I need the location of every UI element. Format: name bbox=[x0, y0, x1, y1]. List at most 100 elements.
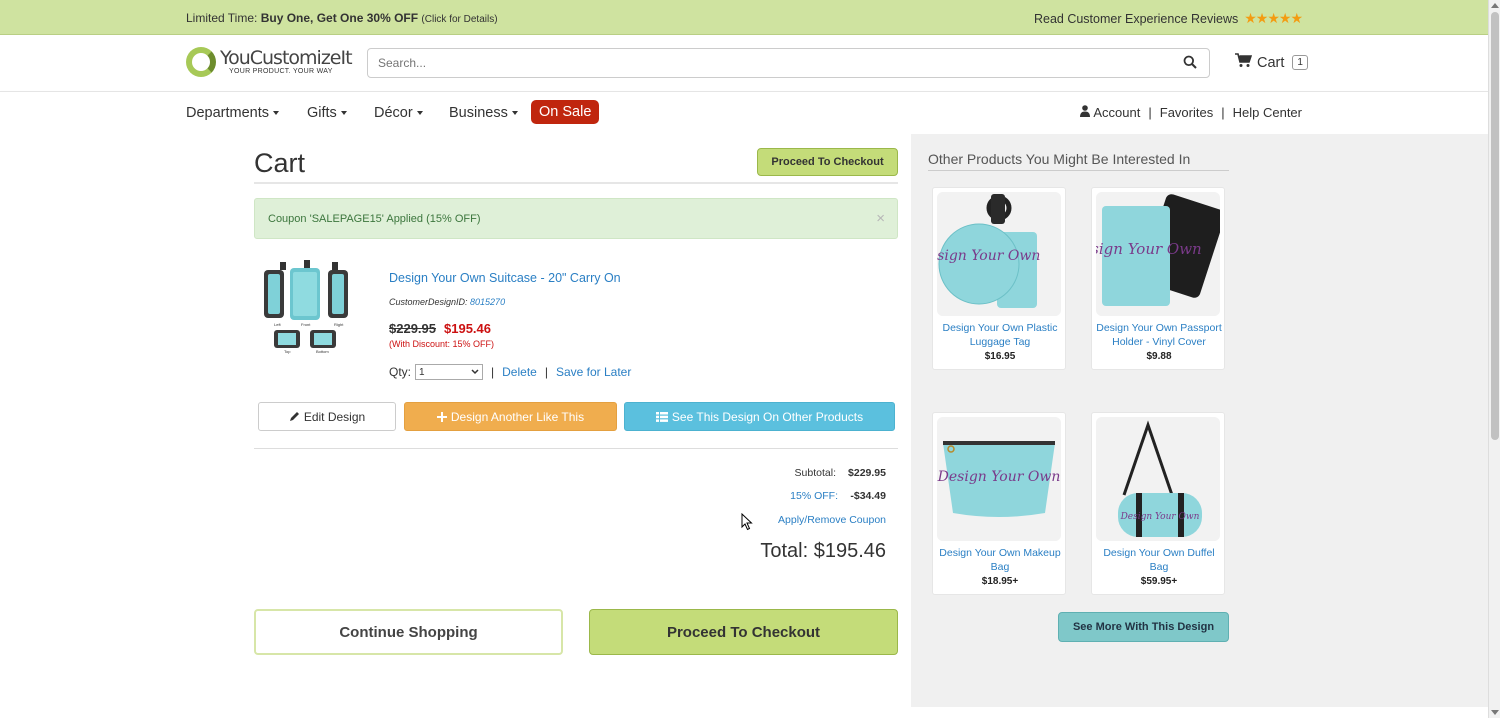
reviews-label: Read Customer Experience Reviews bbox=[1033, 11, 1239, 26]
see-on-other-products-button[interactable]: See This Design On Other Products bbox=[624, 402, 895, 431]
original-price: $229.95 bbox=[389, 321, 436, 336]
promo-banner: Limited Time: Buy One, Get One 30% OFF (… bbox=[0, 0, 1488, 35]
product-thumbnail: Design Your Own bbox=[1096, 417, 1220, 541]
favorites-link[interactable]: Favorites bbox=[1160, 105, 1213, 120]
cart-label: Cart bbox=[1257, 54, 1285, 71]
logo-name: YouCustomizeIt bbox=[220, 47, 353, 69]
promo-link[interactable]: Limited Time: Buy One, Get One 30% OFF (… bbox=[186, 11, 498, 25]
account-link[interactable]: Account bbox=[1080, 105, 1140, 120]
logo-tagline: YOUR PRODUCT. YOUR WAY bbox=[229, 68, 333, 75]
discount-label: 15% OFF: bbox=[790, 490, 838, 502]
nav-departments[interactable]: Departments bbox=[186, 105, 280, 121]
scroll-up-arrow-icon[interactable] bbox=[1491, 3, 1499, 8]
divider bbox=[254, 182, 898, 184]
product-name-link[interactable]: Design Your Own Suitcase - 20" Carry On bbox=[389, 271, 621, 285]
cart-link[interactable]: Cart 1 bbox=[1235, 53, 1308, 72]
page-scrollbar[interactable] bbox=[1488, 0, 1500, 718]
caret-down-icon bbox=[511, 111, 518, 116]
qty-label: Qty: bbox=[389, 365, 412, 379]
star-rating-icon: ★★★★★ bbox=[1244, 10, 1303, 26]
proceed-checkout-button-top[interactable]: Proceed To Checkout bbox=[757, 148, 898, 176]
recommendation-card[interactable]: Design Your Own Design Your Own Passport… bbox=[1091, 187, 1225, 370]
caret-down-icon bbox=[273, 111, 280, 116]
nav-utility-links: Account | Favorites | Help Center bbox=[1080, 105, 1302, 120]
discount-value: -$34.49 bbox=[850, 490, 886, 502]
nav-decor[interactable]: Décor bbox=[374, 105, 423, 121]
image-label-bottom: Bottom bbox=[316, 349, 329, 354]
logo-mark-icon bbox=[186, 47, 216, 77]
nav-departments-label: Departments bbox=[186, 105, 270, 121]
recommendation-price: $16.95 bbox=[984, 351, 1016, 362]
mouse-cursor-icon bbox=[741, 512, 753, 536]
image-label-top: Top bbox=[284, 349, 291, 354]
save-for-later-link[interactable]: Save for Later bbox=[556, 365, 631, 379]
nav-business[interactable]: Business bbox=[449, 105, 518, 121]
recommendation-card[interactable]: Design Your Own Design Your Own Plastic … bbox=[932, 187, 1066, 370]
product-thumbnail: Design Your Own bbox=[1096, 192, 1220, 316]
recommendation-name: Design Your Own Plastic Luggage Tag bbox=[942, 322, 1058, 348]
plus-icon bbox=[436, 411, 447, 422]
see-more-with-design-button[interactable]: See More With This Design bbox=[1058, 612, 1229, 642]
thumb-text: Design Your Own bbox=[1120, 512, 1200, 522]
caret-down-icon bbox=[340, 111, 347, 116]
search-bar bbox=[367, 48, 1210, 78]
site-logo[interactable]: YouCustomizeIt YOUR PRODUCT. YOUR WAY bbox=[186, 47, 353, 77]
quantity-select[interactable]: 1 bbox=[415, 364, 484, 380]
design-id-link[interactable]: 8015270 bbox=[470, 297, 505, 307]
nav-business-label: Business bbox=[449, 105, 508, 121]
cart-icon bbox=[1235, 53, 1253, 72]
customer-design-id: CustomerDesignID: 8015270 bbox=[389, 297, 505, 307]
proceed-checkout-button-bottom[interactable]: Proceed To Checkout bbox=[589, 609, 898, 655]
recommendation-card[interactable]: Design Your Own Design Your Own Duffel B… bbox=[1091, 412, 1225, 595]
quantity-value: 1 bbox=[419, 366, 425, 378]
nav-gifts[interactable]: Gifts bbox=[307, 105, 347, 121]
edit-design-label: Edit Design bbox=[303, 409, 366, 424]
coupon-alert: Coupon 'SALEPAGE15' Applied (15% OFF) × bbox=[254, 198, 898, 239]
thumb-text: Design Your Own bbox=[937, 248, 1040, 264]
separator: | bbox=[544, 365, 548, 379]
divider bbox=[254, 448, 898, 449]
scroll-down-arrow-icon[interactable] bbox=[1491, 710, 1499, 715]
product-thumbnail: Design Your Own bbox=[937, 192, 1061, 316]
continue-shopping-button[interactable]: Continue Shopping bbox=[254, 609, 563, 655]
caret-down-icon bbox=[416, 111, 423, 116]
account-label: Account bbox=[1093, 105, 1141, 120]
product-image[interactable]: Left Front Right Top Bottom bbox=[260, 258, 352, 354]
recommendation-price: $9.88 bbox=[1146, 351, 1172, 362]
recommendation-price: $18.95+ bbox=[981, 576, 1019, 587]
recommendation-price: $59.95+ bbox=[1140, 576, 1178, 587]
discount-note: (With Discount: 15% OFF) bbox=[389, 339, 495, 349]
cart-count-badge: 1 bbox=[1292, 55, 1308, 70]
promo-offer: Buy One, Get One 30% OFF bbox=[260, 11, 419, 25]
reviews-link[interactable]: Read Customer Experience Reviews ★★★★★ bbox=[1033, 10, 1303, 27]
divider bbox=[928, 170, 1229, 171]
thumb-text: Design Your Own bbox=[937, 469, 1060, 485]
recommendation-name: Design Your Own Passport Holder - Vinyl … bbox=[1096, 322, 1222, 348]
image-label-front: Front bbox=[301, 322, 311, 327]
close-icon[interactable]: × bbox=[876, 210, 885, 227]
delete-link[interactable]: Delete bbox=[502, 365, 537, 379]
edit-design-button[interactable]: Edit Design bbox=[258, 402, 396, 431]
scrollbar-thumb[interactable] bbox=[1491, 12, 1499, 440]
search-icon[interactable] bbox=[1183, 55, 1199, 71]
subtotal-value: $229.95 bbox=[848, 467, 886, 479]
discounted-price: $195.46 bbox=[444, 321, 491, 336]
chevron-down-icon bbox=[471, 369, 479, 375]
nav-separator: | bbox=[1221, 105, 1225, 120]
search-input[interactable] bbox=[368, 49, 1148, 77]
recommendation-name: Design Your Own Duffel Bag bbox=[1103, 547, 1215, 573]
design-another-button[interactable]: Design Another Like This bbox=[404, 402, 617, 431]
design-id-label: CustomerDesignID: bbox=[389, 297, 471, 307]
page-title: Cart bbox=[254, 148, 306, 178]
apply-remove-coupon-link[interactable]: Apply/Remove Coupon bbox=[778, 514, 886, 526]
order-total: Total: $195.46 bbox=[760, 540, 886, 562]
thumb-text: Design Your Own bbox=[1096, 240, 1202, 258]
image-label-left: Left bbox=[274, 322, 282, 327]
recommendations-title: Other Products You Might Be Interested I… bbox=[928, 151, 1191, 167]
help-center-link[interactable]: Help Center bbox=[1233, 105, 1302, 120]
product-thumbnail: Design Your Own bbox=[937, 417, 1061, 541]
nav-separator: | bbox=[1148, 105, 1152, 120]
site-header: YouCustomizeIt YOUR PRODUCT. YOUR WAY Ca… bbox=[0, 35, 1488, 91]
nav-on-sale[interactable]: On Sale bbox=[531, 100, 600, 124]
recommendation-card[interactable]: Design Your Own Design Your Own Makeup B… bbox=[932, 412, 1066, 595]
